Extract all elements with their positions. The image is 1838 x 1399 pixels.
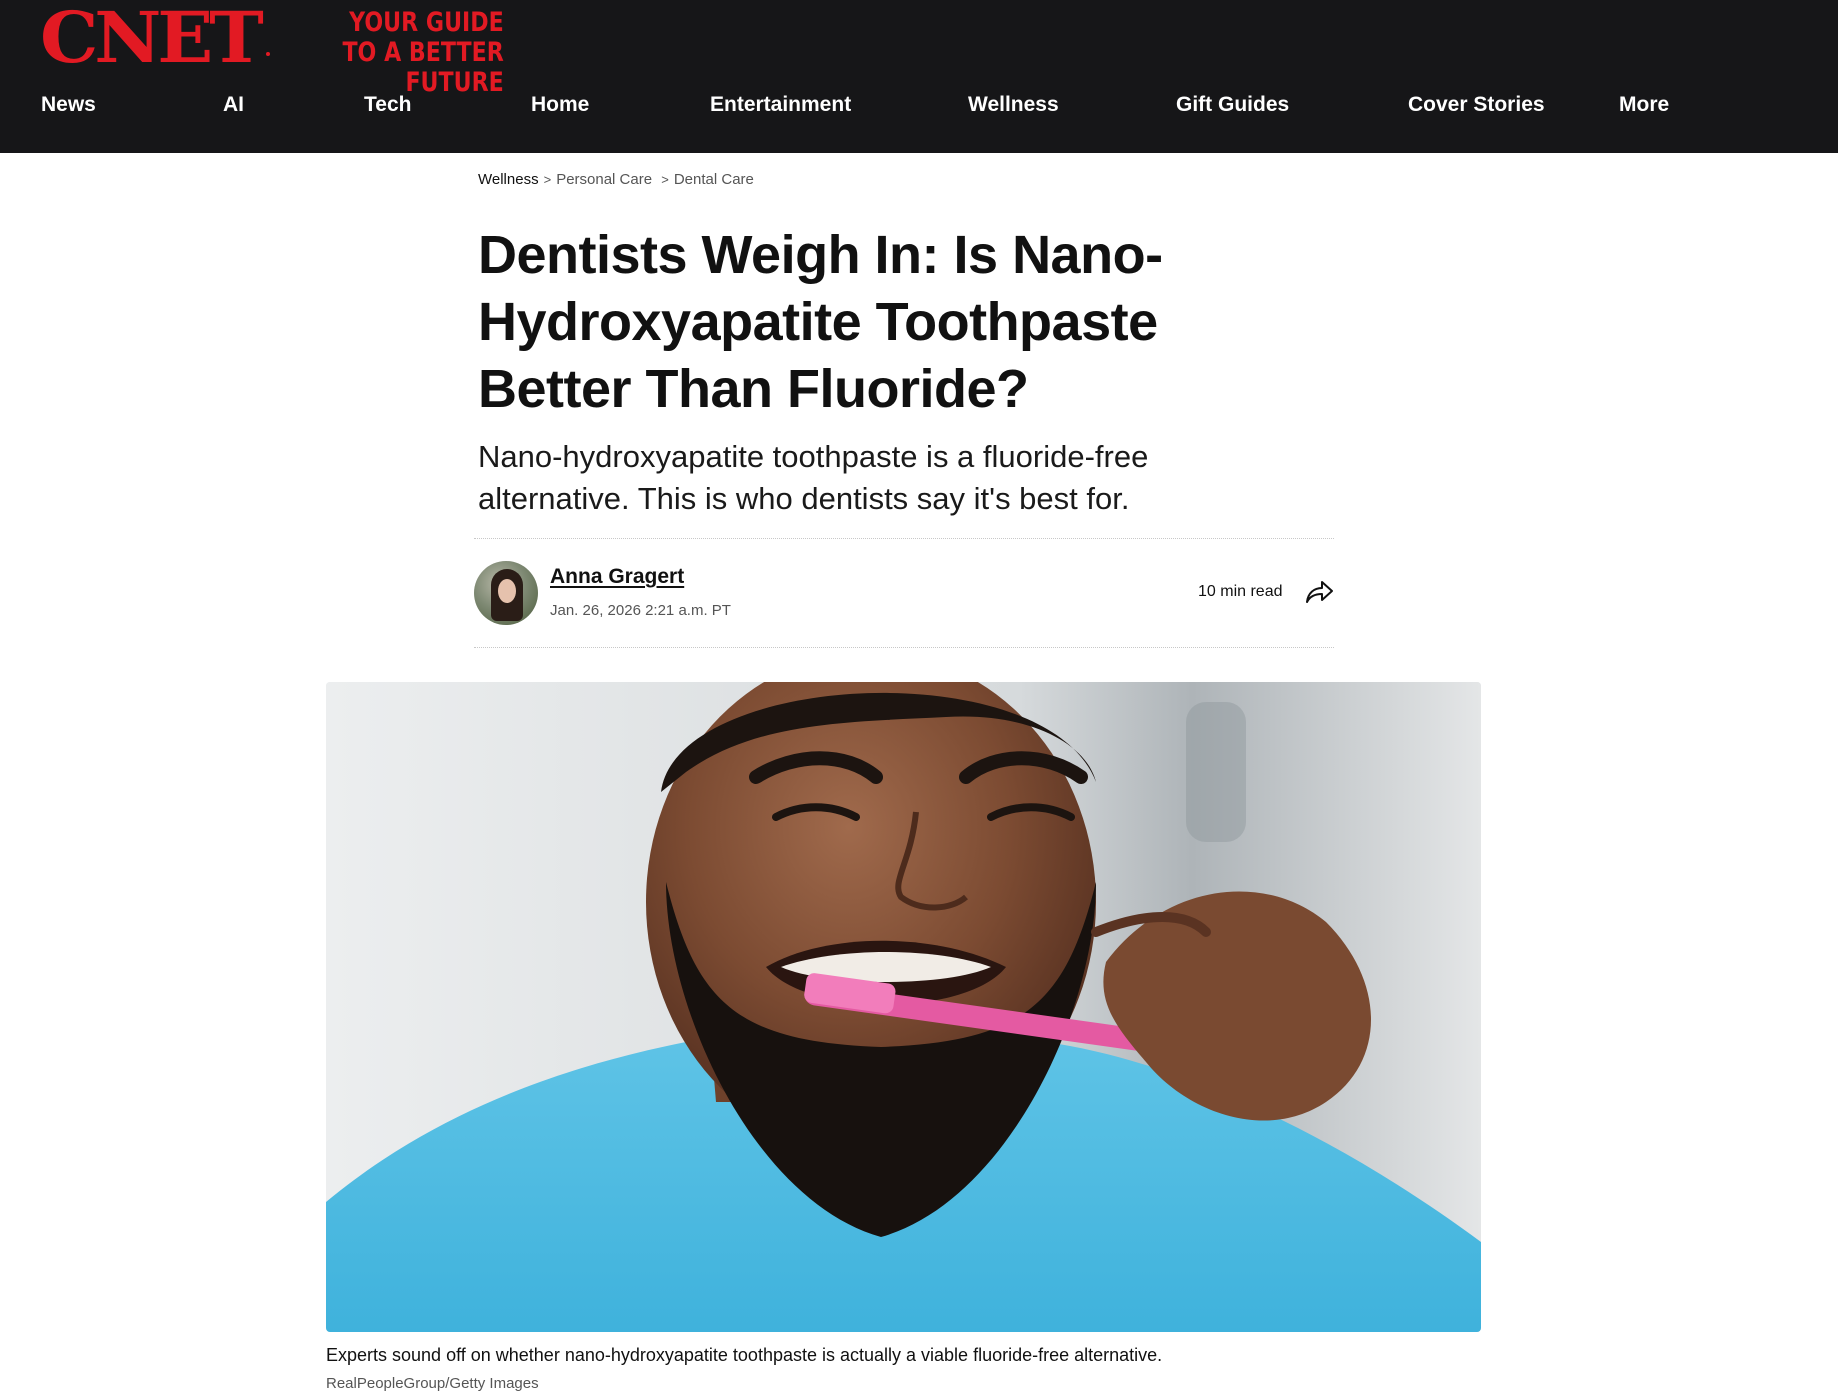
image-caption: Experts sound off on whether nano-hydrox… (326, 1345, 1163, 1365)
nav-item-gift-guides[interactable]: Gift Guides (1176, 92, 1289, 118)
breadcrumb-separator: > (661, 172, 669, 187)
breadcrumb-wellness[interactable]: Wellness (478, 171, 539, 188)
title-line-3: Better Than Fluoride? (478, 359, 1029, 419)
image-credit: RealPeopleGroup/Getty Images (326, 1375, 539, 1392)
nav-item-news[interactable]: News (41, 92, 96, 118)
article-subtitle: Nano-hydroxyapatite toothpaste is a fluo… (478, 436, 1238, 520)
byline-top-divider (474, 538, 1334, 539)
breadcrumb-separator: > (543, 172, 552, 187)
site-header: CNET YOUR GUIDE TO A BETTER FUTURE News … (0, 0, 1838, 153)
breadcrumb-dental-care[interactable]: Dental Care (674, 171, 754, 188)
author-avatar[interactable] (474, 561, 538, 625)
nav-item-ai[interactable]: AI (223, 92, 244, 118)
subtitle-line-1: Nano-hydroxyapatite toothpaste is a fluo… (478, 439, 1149, 474)
nav-item-tech[interactable]: Tech (364, 92, 411, 118)
nav-item-home[interactable]: Home (531, 92, 589, 118)
nav-item-more[interactable]: More (1619, 92, 1669, 118)
share-arrow-icon[interactable] (1304, 579, 1334, 605)
breadcrumb-personal-care[interactable]: Personal Care (556, 171, 652, 188)
hero-image (326, 682, 1481, 1332)
byline-bottom-divider (474, 647, 1334, 648)
nav-item-wellness[interactable]: Wellness (968, 92, 1059, 118)
man-brushing-teeth-illustration (326, 682, 1481, 1332)
tagline-line-2: TO A BETTER FUTURE (342, 37, 504, 98)
subtitle-line-2: alternative. This is who dentists say it… (478, 481, 1130, 516)
article-title: Dentists Weigh In: Is Nano- Hydroxyapati… (478, 222, 1238, 423)
breadcrumb: Wellness > Personal Care > Dental Care (478, 171, 754, 188)
publish-date: Jan. 26, 2026 2:21 a.m. PT (550, 602, 731, 619)
logo-trademark-dot (266, 52, 270, 56)
read-time: 10 min read (1198, 583, 1283, 600)
nav-item-cover-stories[interactable]: Cover Stories (1408, 92, 1545, 118)
cnet-logo[interactable]: CNET (40, 2, 264, 74)
title-line-1: Dentists Weigh In: Is Nano- (478, 225, 1163, 285)
author-name-link[interactable]: Anna Gragert (550, 565, 684, 589)
nav-item-entertainment[interactable]: Entertainment (710, 92, 851, 118)
tagline-line-1: YOUR GUIDE (349, 7, 504, 38)
brand-tagline: YOUR GUIDE TO A BETTER FUTURE (307, 7, 504, 98)
title-line-2: Hydroxyapatite Toothpaste (478, 292, 1158, 352)
